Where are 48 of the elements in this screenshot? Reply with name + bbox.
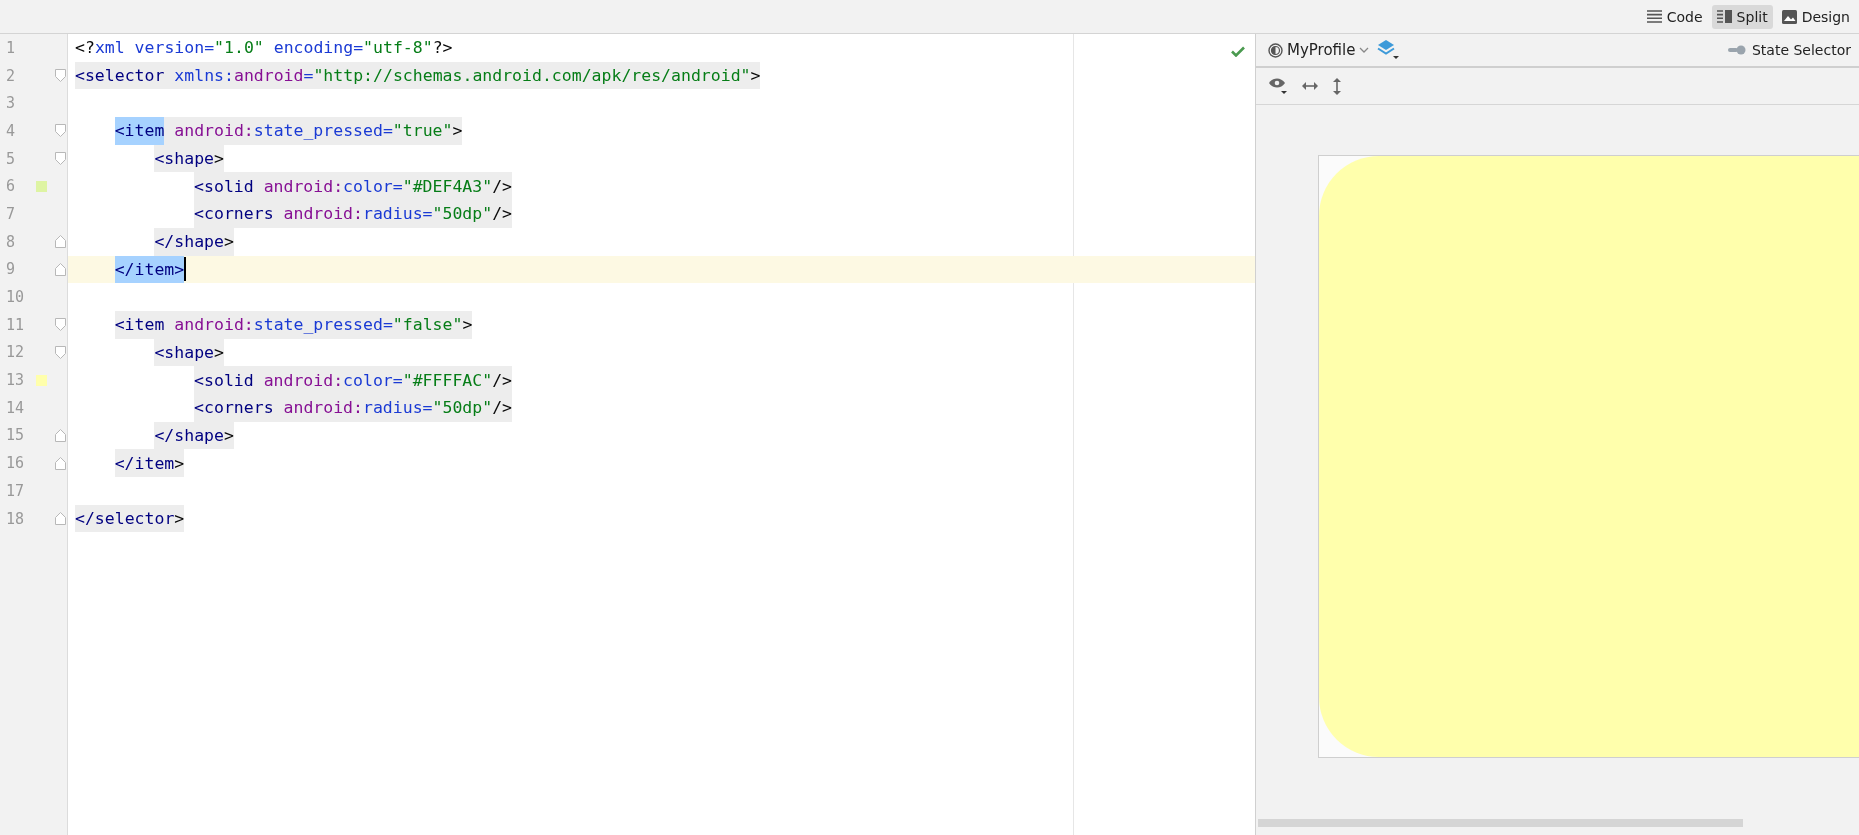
fold-icon[interactable] [55, 456, 66, 470]
toggle-icon [1727, 45, 1746, 55]
line-number: 2 [5, 66, 17, 85]
split-icon [1716, 10, 1732, 23]
line-number: 3 [5, 94, 17, 113]
fold-icon[interactable] [55, 428, 66, 442]
line-number: 9 [5, 260, 17, 279]
line-number: 12 [5, 343, 26, 362]
layers-icon[interactable] [1377, 39, 1400, 61]
line-number: 16 [5, 454, 26, 473]
line-number: 8 [5, 232, 17, 251]
image-icon [1781, 9, 1797, 24]
fold-icon[interactable] [55, 235, 66, 249]
lines-icon [1646, 10, 1662, 23]
theme-icon [1268, 42, 1283, 58]
fold-icon[interactable] [55, 318, 66, 332]
chevron-icon [1359, 47, 1370, 53]
line-number: 1 [5, 38, 17, 57]
fold-icon[interactable] [55, 124, 66, 138]
fold-icon[interactable] [55, 262, 66, 276]
eye-icon[interactable] [1268, 77, 1288, 95]
view-mode-tab[interactable]: Code [1641, 4, 1708, 29]
line-number: 4 [5, 121, 17, 140]
fold-icon[interactable] [55, 512, 66, 526]
theme-selector[interactable]: MyProfile [1268, 41, 1370, 59]
line-number: 18 [5, 509, 26, 528]
line-number: 10 [5, 288, 26, 307]
fold-icon[interactable] [55, 345, 66, 359]
scrollbar-thumb[interactable] [1258, 819, 1743, 827]
fold-icon[interactable] [55, 152, 66, 166]
fold-icon[interactable] [55, 69, 66, 83]
line-number: 5 [5, 149, 17, 168]
code-line: </item> [114, 255, 185, 284]
text-caret [184, 257, 187, 282]
code-line: <?xml version="1.0" encoding="utf-8"?> [75, 37, 453, 60]
state-selector-button[interactable]: State Selector [1727, 42, 1851, 58]
line-number: 15 [5, 426, 26, 445]
view-mode-tab[interactable]: Split [1711, 4, 1773, 29]
line-number: 6 [5, 177, 17, 196]
line-number: 17 [5, 481, 26, 500]
view-mode-tab[interactable]: Design [1776, 4, 1855, 29]
vertical-arrows-icon[interactable] [1332, 77, 1342, 95]
line-number: 14 [5, 398, 26, 417]
check-icon [1231, 46, 1245, 57]
line-number: 7 [5, 204, 17, 223]
line-number: 11 [5, 315, 26, 334]
horizontal-arrows-icon[interactable] [1302, 81, 1318, 91]
line-number: 13 [5, 371, 26, 390]
